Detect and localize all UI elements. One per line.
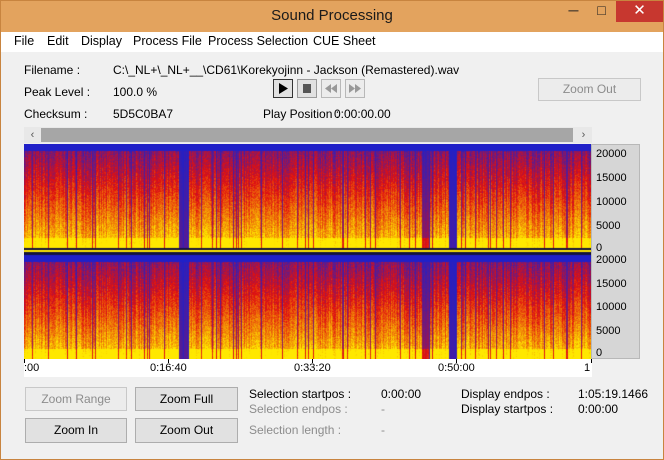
frequency-axis: 20000 15000 10000 5000 0 20000 15000 100… [591,144,640,359]
selection-endpos-value: - [381,402,385,416]
display-endpos-label: Display endpos : [461,387,550,401]
zoom-in-button[interactable]: Zoom In [25,418,127,443]
selection-length-value: - [381,423,385,437]
scroll-left-arrow-icon[interactable]: ‹ [24,127,41,143]
fast-forward-icon [349,84,361,93]
title-bar: Sound Processing ─ □ ✕ [1,1,663,32]
filename-label: Filename : [24,63,81,77]
menu-display[interactable]: Display [81,34,122,48]
fast-forward-button[interactable] [345,79,365,98]
time-axis: :00 0:16:40 0:33:20 0:50:00 1 [24,359,592,377]
stop-button[interactable] [297,79,317,98]
x-tick-3: 0:50:00 [438,362,475,374]
filename-value: C:\_NL+\_NL+__\CD61\Korekyojinn - Jackso… [113,63,460,77]
y-tick-bottom-5000: 5000 [596,325,621,337]
y-tick-bottom-20000: 20000 [596,254,627,266]
sound-processing-window: Sound Processing ─ □ ✕ File Edit Display… [0,0,664,460]
selection-startpos-label: Selection startpos : [249,387,352,401]
selection-length-label: Selection length : [249,423,342,437]
zoom-range-button[interactable]: Zoom Range [25,387,127,411]
peak-level-value: 100.0 % [113,85,158,99]
rewind-button[interactable] [321,79,341,98]
menu-cue-sheet[interactable]: CUE Sheet [313,34,376,48]
checksum-label: Checksum : [24,107,88,121]
play-position-value: 0:00:00.00 [334,107,391,121]
y-tick-top-0: 0 [596,242,603,254]
rewind-icon [325,84,337,93]
close-button[interactable]: ✕ [616,1,663,22]
selection-endpos-label: Selection endpos : [249,402,348,416]
maximize-button[interactable]: □ [588,1,615,22]
menu-bar: File Edit Display Process File Process S… [1,32,663,52]
stop-icon [303,84,311,93]
minimize-button[interactable]: ─ [560,1,587,22]
x-tick-1: 0:16:40 [150,362,187,374]
menu-file[interactable]: File [14,34,34,48]
y-tick-bottom-15000: 15000 [596,278,627,290]
menu-process-file[interactable]: Process File [133,34,202,48]
spectrogram[interactable] [24,144,592,359]
play-position-label: Play Position : [263,107,340,121]
display-startpos-value: 0:00:00 [578,402,619,416]
x-tick-4: 1 [584,362,591,374]
y-tick-bottom-0: 0 [596,347,603,359]
menu-edit[interactable]: Edit [47,34,69,48]
y-tick-top-10000: 10000 [596,196,627,208]
scroll-thumb[interactable] [41,128,573,142]
display-startpos-label: Display startpos : [461,402,554,416]
y-tick-top-20000: 20000 [596,148,627,160]
checksum-value: 5D5C0BA7 [113,107,174,121]
zoom-full-button[interactable]: Zoom Full [135,387,238,411]
selection-startpos-value: 0:00:00 [381,387,422,401]
y-tick-top-15000: 15000 [596,172,627,184]
x-tick-2: 0:33:20 [294,362,331,374]
play-button[interactable] [273,79,293,98]
zoom-out-top-button[interactable]: Zoom Out [538,78,641,101]
x-tick-0: :00 [24,362,40,374]
zoom-out-button[interactable]: Zoom Out [135,418,238,443]
x-tick-mark [591,359,592,363]
horizontal-scrollbar[interactable]: ‹ › [24,127,592,143]
display-endpos-value: 1:05:19.1466 [578,387,649,401]
scroll-right-arrow-icon[interactable]: › [575,127,592,143]
y-tick-top-5000: 5000 [596,220,621,232]
y-tick-bottom-10000: 10000 [596,301,627,313]
play-icon [279,83,288,94]
menu-process-selection[interactable]: Process Selection [208,34,308,48]
peak-level-label: Peak Level : [24,85,91,99]
